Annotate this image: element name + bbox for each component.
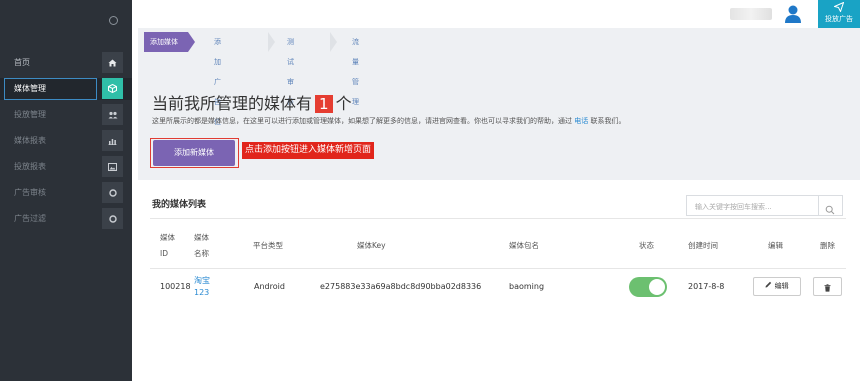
delete-button[interactable]: [813, 277, 842, 296]
sidebar-item-label: 媒体报表: [14, 136, 46, 145]
media-count-badge: 1: [315, 95, 333, 113]
trash-icon: [824, 277, 831, 296]
sidebar-item-launch-management[interactable]: 投放管理: [0, 104, 132, 126]
step-add-ad-slot[interactable]: 添加广告位: [214, 32, 221, 126]
annotation-callout: 点击添加按钮进入媒体新增页面: [242, 142, 375, 159]
sidebar-top: [0, 0, 132, 42]
add-media-button[interactable]: 添加新媒体: [153, 140, 235, 166]
col-header-edit: 编辑: [768, 241, 783, 250]
cell-media-id: 100218: [160, 282, 191, 291]
paper-plane-icon: [832, 1, 845, 14]
col-header-created: 创建时间: [688, 241, 718, 250]
launch-ad-button[interactable]: 投放广告: [818, 0, 860, 28]
sidebar: 首页 媒体管理 投放管理 媒体报表 投放报表 广告审核 广告过滤: [0, 0, 132, 381]
cell-media-name-link[interactable]: 淘宝 123: [194, 275, 210, 299]
cell-media-key: e275883e33a69a8bdc8d90bba02d8336: [320, 282, 482, 291]
app-root: 首页 媒体管理 投放管理 媒体报表 投放报表 广告审核 广告过滤 投放广告 添加…: [0, 0, 860, 381]
sidebar-item-ad-review[interactable]: 广告审核: [0, 182, 132, 204]
step-test-review[interactable]: 测试审核: [287, 32, 294, 106]
page-title: 当前我所管理的媒体有 1 个: [152, 94, 352, 113]
phone-link[interactable]: 电话: [574, 117, 588, 125]
status-toggle[interactable]: [629, 277, 667, 297]
pencil-icon: [765, 281, 774, 290]
sidebar-item-launch-report[interactable]: 投放报表: [0, 156, 132, 178]
col-header-platform: 平台类型: [253, 241, 283, 250]
circle-icon: [102, 182, 123, 203]
sidebar-item-label: 首页: [14, 58, 30, 67]
sidebar-item-home[interactable]: 首页: [0, 52, 132, 74]
sidebar-item-media-management[interactable]: 媒体管理: [0, 78, 132, 100]
step-traffic-management[interactable]: 流量管理: [352, 32, 359, 106]
cell-platform: Android: [254, 282, 285, 291]
sidebar-item-ad-filter[interactable]: 广告过滤: [0, 208, 132, 230]
media-list-title: 我的媒体列表: [152, 200, 207, 210]
sidebar-item-label: 广告过滤: [14, 214, 46, 223]
sidebar-item-label: 广告审核: [14, 188, 46, 197]
cell-created-date: 2017-8-8: [688, 282, 725, 291]
cell-package: baoming: [509, 282, 545, 291]
home-icon: [102, 52, 123, 73]
circle-icon: [102, 208, 123, 229]
col-header-status: 状态: [639, 241, 654, 250]
step-add-media[interactable]: 添加媒体: [144, 32, 188, 52]
sidebar-item-label: 投放报表: [14, 162, 46, 171]
bar-chart-icon: [102, 130, 123, 151]
intro-panel: 添加媒体 添加广告位 测试审核 流量管理 当前我所管理的媒体有 1 个 这里所展示的…: [138, 28, 860, 180]
sidebar-item-label: 投放管理: [14, 110, 46, 119]
users-icon: [102, 104, 123, 125]
cube-icon: [102, 78, 123, 99]
col-header-media-key: 媒体Key: [357, 241, 386, 250]
search-icon[interactable]: [825, 200, 835, 219]
sidebar-item-label: 媒体管理: [14, 84, 46, 93]
user-icon[interactable]: [784, 4, 802, 24]
col-header-media-id: 媒体 ID: [160, 233, 175, 258]
sidebar-item-media-report[interactable]: 媒体报表: [0, 130, 132, 152]
col-header-package: 媒体包名: [509, 241, 539, 250]
edit-button[interactable]: 编辑: [753, 277, 801, 296]
search-input[interactable]: 输入关键字按回车搜索...: [686, 195, 843, 216]
sidebar-toggle-icon[interactable]: [109, 16, 118, 25]
username-redacted: [730, 8, 772, 20]
picture-icon: [102, 156, 123, 177]
intro-text: 这里所展示的都是媒体信息，在这里可以进行添加或管理媒体，如果想了解更多的信息，请…: [152, 117, 626, 125]
col-header-delete: 删除: [820, 241, 835, 250]
top-header: 投放广告: [132, 0, 860, 28]
col-header-media-name: 媒体 名称: [194, 233, 209, 258]
